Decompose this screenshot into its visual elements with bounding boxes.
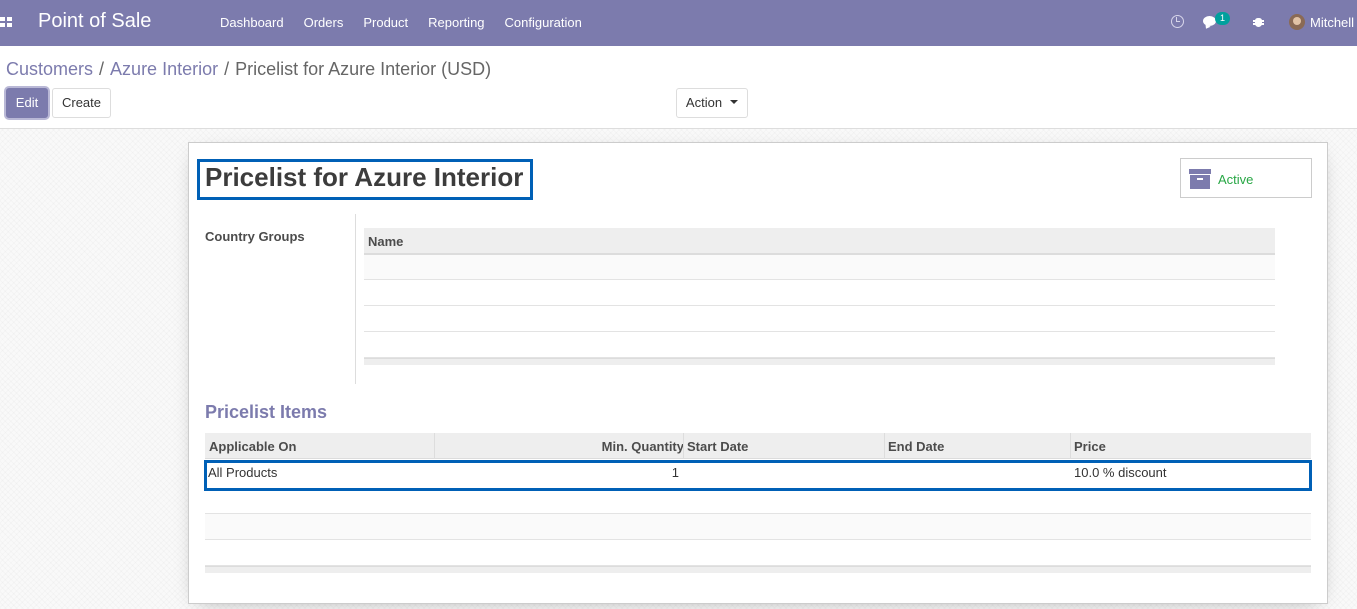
column-separator — [434, 433, 435, 459]
table-row — [205, 540, 1311, 566]
action-dropdown[interactable]: Action — [676, 88, 748, 118]
menu-item-product[interactable]: Product — [363, 15, 408, 30]
menu-item-configuration[interactable]: Configuration — [505, 15, 582, 30]
column-separator — [683, 433, 684, 459]
archive-icon — [1189, 169, 1211, 189]
menu-item-reporting[interactable]: Reporting — [428, 15, 484, 30]
edit-button[interactable]: Edit — [6, 88, 48, 118]
main-menu: Dashboard Orders Product Reporting Confi… — [220, 15, 602, 30]
apps-menu-icon[interactable] — [0, 17, 12, 27]
caret-down-icon — [730, 100, 739, 104]
table-header: Name — [364, 228, 1275, 255]
active-toggle-button[interactable]: Active — [1180, 158, 1312, 198]
menu-item-dashboard[interactable]: Dashboard — [220, 15, 284, 30]
table-header: Applicable On Min. Quantity Start Date E… — [205, 433, 1311, 459]
pricelist-items-title: Pricelist Items — [205, 402, 328, 422]
debug-bug-icon[interactable] — [1253, 15, 1264, 28]
table-row — [364, 280, 1275, 306]
action-label: Action — [685, 95, 723, 110]
table-row — [364, 306, 1275, 332]
column-header-end-date[interactable]: End Date — [888, 439, 944, 454]
column-header-price[interactable]: Price — [1074, 439, 1106, 454]
breadcrumb-current: Pricelist for Azure Interior (USD) — [235, 59, 492, 79]
pricelist-title: Pricelist for Azure Interior — [205, 162, 524, 192]
table-row — [364, 255, 1275, 280]
menu-item-orders[interactable]: Orders — [304, 15, 344, 30]
top-navbar: Point of Sale Dashboard Orders Product R… — [0, 0, 1357, 46]
country-groups-label: Country Groups — [205, 229, 305, 244]
breadcrumb-azure-interior[interactable]: Azure Interior — [110, 59, 218, 80]
breadcrumb-customers[interactable]: Customers — [6, 59, 93, 80]
country-groups-table: Name — [364, 228, 1275, 365]
column-header-start-date[interactable]: Start Date — [687, 439, 748, 454]
breadcrumb: Customers / Azure Interior / Pricelist f… — [6, 59, 491, 80]
pricelist-items-table: Applicable On Min. Quantity Start Date E… — [205, 433, 1311, 573]
user-avatar[interactable] — [1289, 14, 1305, 30]
active-status-label: Active — [1218, 172, 1254, 187]
column-header-name[interactable]: Name — [368, 234, 403, 249]
activity-clock-icon[interactable] — [1171, 15, 1184, 28]
breadcrumb-separator: / — [99, 59, 105, 79]
breadcrumb-separator: / — [224, 59, 230, 79]
table-row — [364, 332, 1275, 358]
column-separator — [1070, 433, 1071, 459]
field-separator-line — [355, 214, 356, 384]
column-header-min-quantity[interactable]: Min. Quantity — [602, 439, 684, 454]
table-footer — [364, 358, 1275, 365]
table-row — [205, 488, 1311, 514]
chat-count-badge: 1 — [1215, 12, 1231, 25]
create-button[interactable]: Create — [52, 88, 111, 118]
row-highlight-box — [204, 460, 1312, 491]
table-footer — [205, 566, 1311, 573]
user-menu[interactable]: Mitchell — [1310, 15, 1354, 30]
column-separator — [884, 433, 885, 459]
table-row — [205, 514, 1311, 540]
column-header-applicable-on[interactable]: Applicable On — [209, 439, 296, 454]
app-title[interactable]: Point of Sale — [38, 10, 151, 33]
